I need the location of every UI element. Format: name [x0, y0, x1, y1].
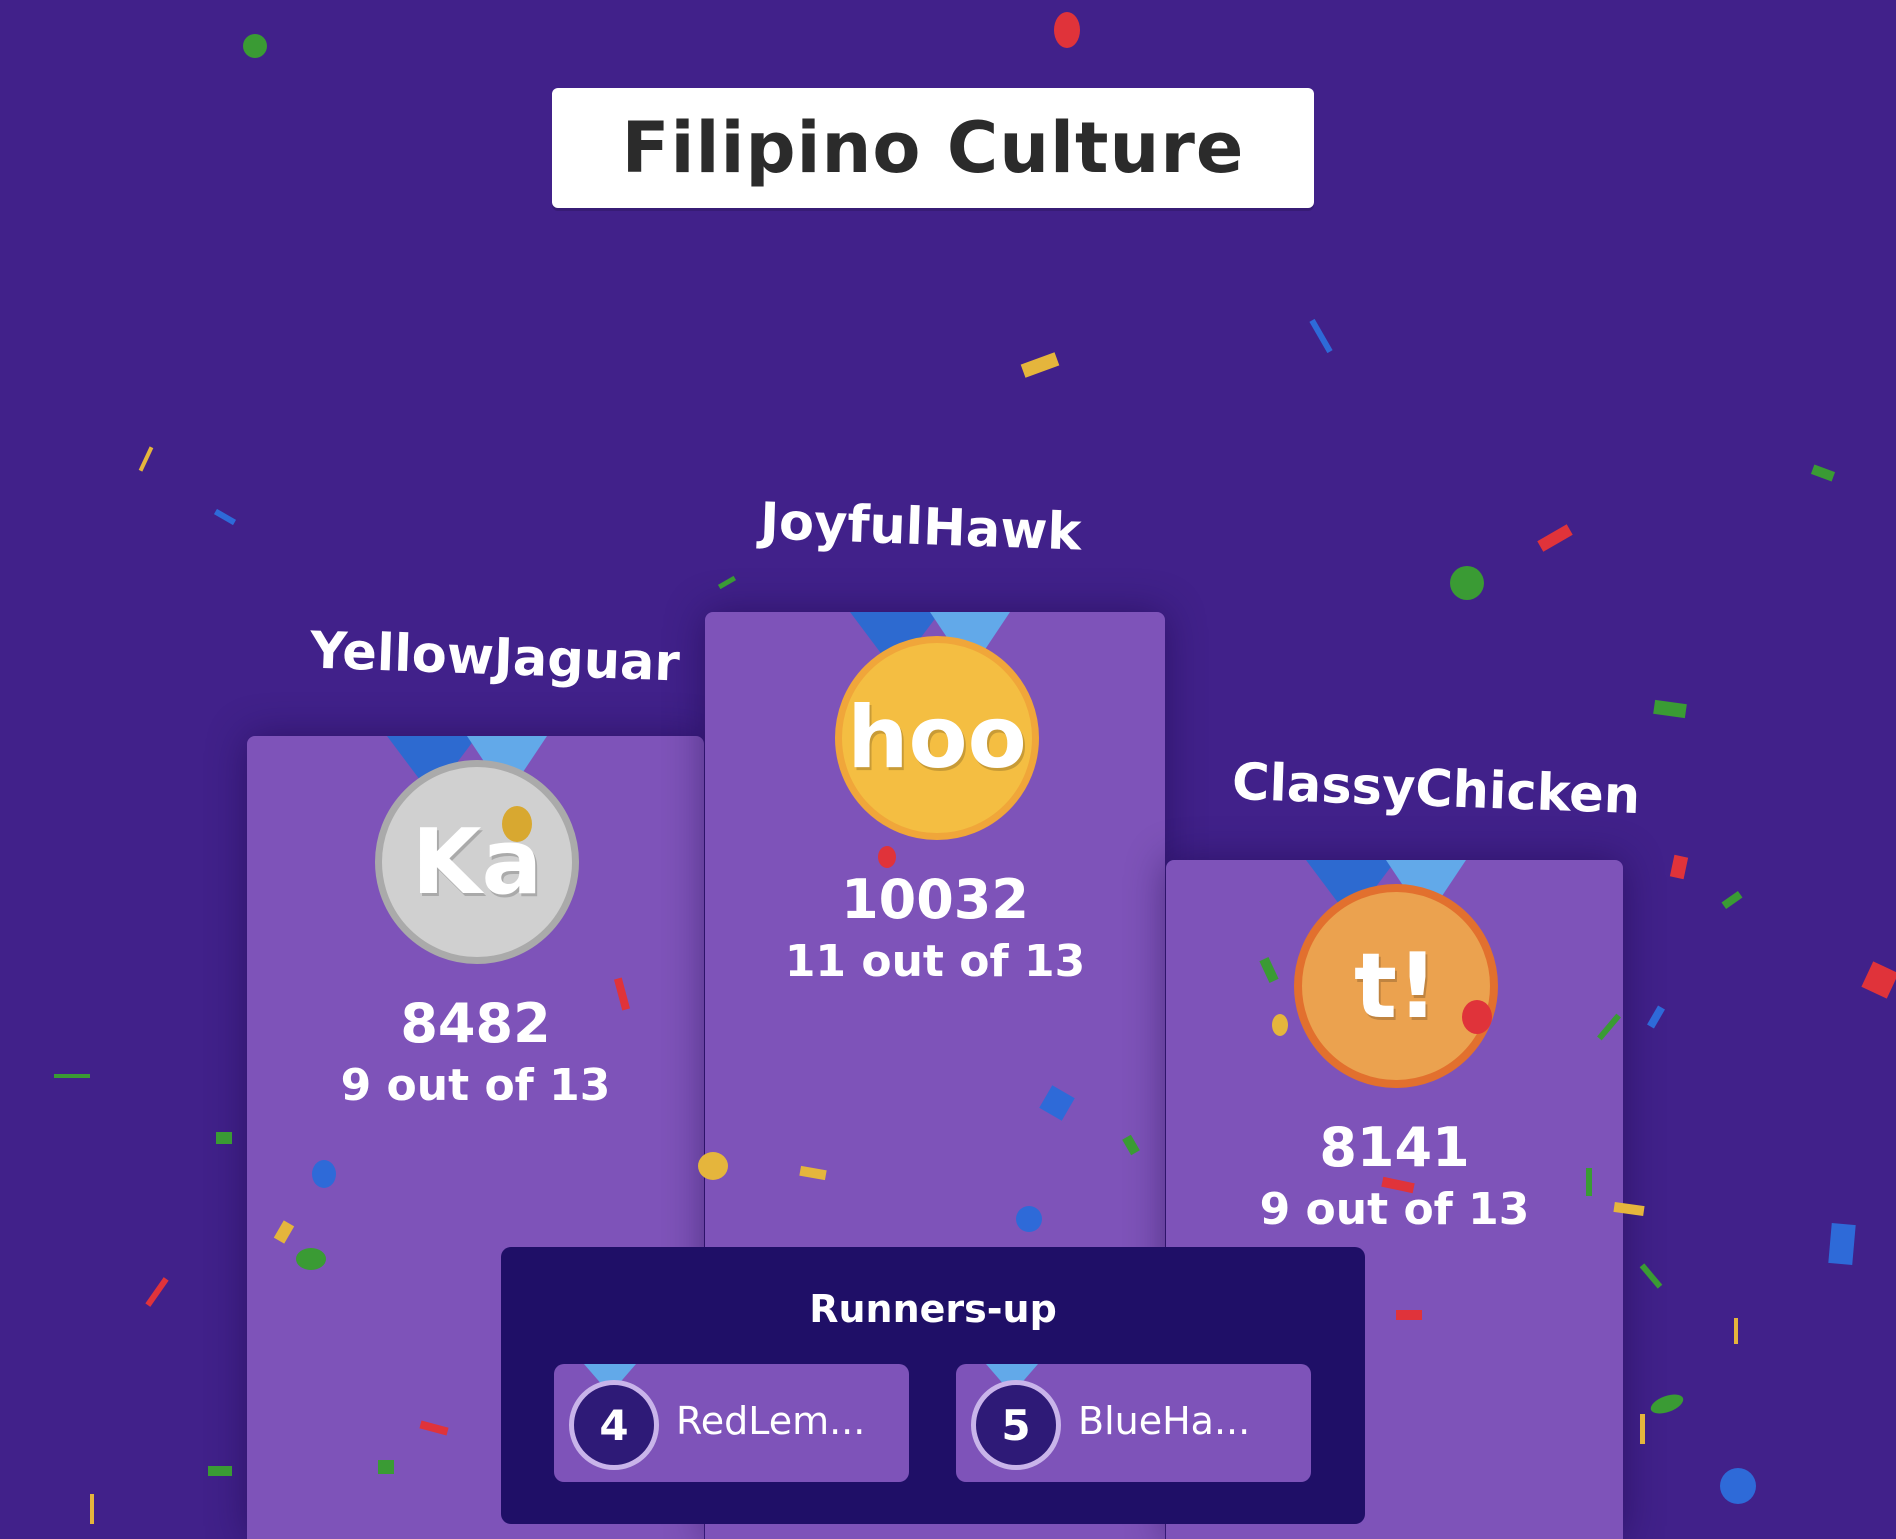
confetti-piece: [90, 1494, 94, 1524]
third-place-correct: 9 out of 13: [1259, 1184, 1530, 1235]
confetti-piece: [208, 1466, 232, 1476]
confetti-piece: [1537, 524, 1573, 552]
gold-medal-badge: hoo: [835, 636, 1039, 840]
second-place-score: 8482: [400, 992, 551, 1055]
confetti-piece: [145, 1277, 169, 1307]
confetti-piece: [1309, 318, 1333, 354]
quiz-title-box: Filipino Culture: [552, 88, 1314, 208]
first-place-name: JoyfulHawk: [759, 492, 1083, 563]
confetti-piece: [1669, 854, 1689, 880]
confetti-piece: [1734, 1318, 1738, 1344]
second-place-name: YellowJaguar: [309, 621, 681, 694]
first-place-score: 10032: [841, 868, 1029, 931]
confetti-piece: [1828, 1223, 1856, 1265]
confetti-piece: [717, 575, 737, 590]
third-place-name: ClassyChicken: [1231, 752, 1642, 827]
runner-up-name: RedLem...: [676, 1399, 866, 1443]
runner-up-card[interactable]: 5 BlueHa...: [956, 1364, 1311, 1482]
runner-up-card[interactable]: 4 RedLem...: [554, 1364, 909, 1482]
first-place-correct: 11 out of 13: [784, 936, 1086, 987]
runners-up-title: Runners-up: [809, 1287, 1057, 1331]
confetti-piece: [243, 34, 267, 58]
confetti-piece: [1721, 890, 1743, 910]
confetti-piece: [216, 1132, 232, 1144]
confetti-piece: [213, 508, 237, 526]
second-place-correct: 9 out of 13: [340, 1060, 611, 1111]
confetti-piece: [1639, 1263, 1663, 1289]
confetti-piece: [1647, 1005, 1665, 1029]
runners-up-panel: Runners-up 4 RedLem... 5 BlueHa...: [501, 1247, 1365, 1524]
confetti-piece: [1810, 464, 1836, 482]
confetti-piece: [1450, 566, 1484, 600]
third-place-score: 8141: [1319, 1116, 1470, 1179]
confetti-piece: [1020, 352, 1060, 378]
confetti-piece: [138, 446, 154, 472]
confetti-piece: [1648, 1390, 1686, 1418]
confetti-piece: [1054, 12, 1080, 48]
quiz-title: Filipino Culture: [621, 107, 1245, 189]
silver-medal-badge: Ka: [375, 760, 579, 964]
bronze-medal-badge: t!: [1294, 884, 1498, 1088]
confetti-piece: [1640, 1414, 1645, 1444]
confetti-piece: [1720, 1468, 1756, 1504]
confetti-piece: [54, 1074, 90, 1078]
confetti-piece: [1653, 699, 1687, 719]
runner-up-rank: 5: [971, 1380, 1061, 1470]
runner-up-rank: 4: [569, 1380, 659, 1470]
runner-up-name: BlueHa...: [1078, 1399, 1251, 1443]
confetti-piece: [1861, 961, 1896, 999]
